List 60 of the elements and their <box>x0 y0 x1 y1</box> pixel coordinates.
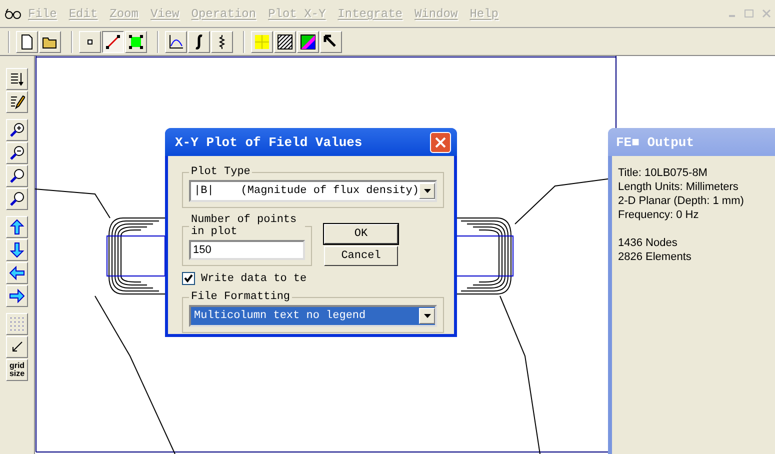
write-checkbox[interactable]: Write data to te <box>182 272 444 285</box>
dropdown-value: |B| <box>193 185 215 197</box>
output-line: Title: 10LB075-8M <box>618 166 708 180</box>
output-line: 1436 Nodes <box>618 236 678 250</box>
glasses-icon <box>4 6 22 21</box>
line-icon <box>105 34 121 50</box>
magnifier-icon <box>9 191 25 207</box>
output-line: 2826 Elements <box>618 250 692 264</box>
cancel-button[interactable]: Cancel <box>324 246 398 266</box>
side-toolbar-button[interactable] <box>6 119 28 141</box>
graph-icon <box>168 34 184 50</box>
side-toolbar-button[interactable] <box>6 216 28 238</box>
close-button[interactable] <box>430 132 451 152</box>
side-toolbar-button[interactable] <box>6 68 28 90</box>
grid-icon <box>254 34 270 50</box>
magnifier-icon <box>9 168 25 184</box>
dialog-title: X-Y Plot of Field Values <box>175 134 362 150</box>
side-toolbar-button[interactable] <box>6 165 28 187</box>
dropdown-arrow-button[interactable] <box>419 308 435 324</box>
side-toolbar-button[interactable] <box>6 142 28 164</box>
list-icon <box>9 71 25 87</box>
output-title: FE■ Output <box>616 134 694 150</box>
group-label: Plot Type <box>190 166 252 178</box>
output-line: Frequency: 0 Hz <box>618 208 700 222</box>
group-label: File Formatting <box>190 291 292 303</box>
toolbar-button[interactable] <box>102 30 124 53</box>
ok-button[interactable]: OK <box>324 224 398 244</box>
page-icon <box>19 34 35 50</box>
caret-icon <box>424 314 430 318</box>
output-line: Length Units: Millimeters <box>618 180 740 194</box>
file-format-dropdown[interactable]: Multicolumn text no legend <box>189 305 437 327</box>
side-toolbar-button[interactable] <box>6 336 28 358</box>
close-icon <box>435 136 446 148</box>
side-toolbar-button[interactable] <box>6 188 28 210</box>
side-toolbar-button[interactable] <box>6 285 28 307</box>
caret-icon <box>424 189 430 193</box>
arrow-right-icon <box>9 288 25 304</box>
zoom-in-icon <box>9 122 25 138</box>
pencil-icon <box>9 94 25 110</box>
side-toolbar-button[interactable] <box>6 91 28 113</box>
checkbox-label: Write data to te <box>201 272 307 284</box>
plot-type-dropdown[interactable]: |B| (Magnitude of flux density) <box>189 180 437 202</box>
side-toolbar-button[interactable] <box>6 239 28 261</box>
side-toolbar-button[interactable]: grid size <box>6 359 28 381</box>
arrow-down-icon <box>9 242 25 258</box>
dropdown-value: Multicolumn text no legend <box>193 310 367 322</box>
side-toolbar-button[interactable] <box>6 262 28 284</box>
color-map-icon <box>300 34 316 50</box>
points-input-field[interactable]: 150 <box>189 240 305 260</box>
zoom-out-icon <box>9 145 25 161</box>
arrow-left-icon <box>9 265 25 281</box>
block-icon <box>128 34 144 50</box>
arrow-up-icon <box>9 219 25 235</box>
dropdown-value: (Magnitude of flux density) <box>240 185 419 197</box>
group-label: Number of points in plot <box>190 214 298 238</box>
check-icon <box>184 274 193 283</box>
side-toolbar-button[interactable] <box>6 313 28 335</box>
dropdown-arrow-button[interactable] <box>419 183 435 199</box>
output-line: 2-D Planar (Depth: 1 mm) <box>618 194 745 208</box>
hatch-icon <box>277 34 293 50</box>
